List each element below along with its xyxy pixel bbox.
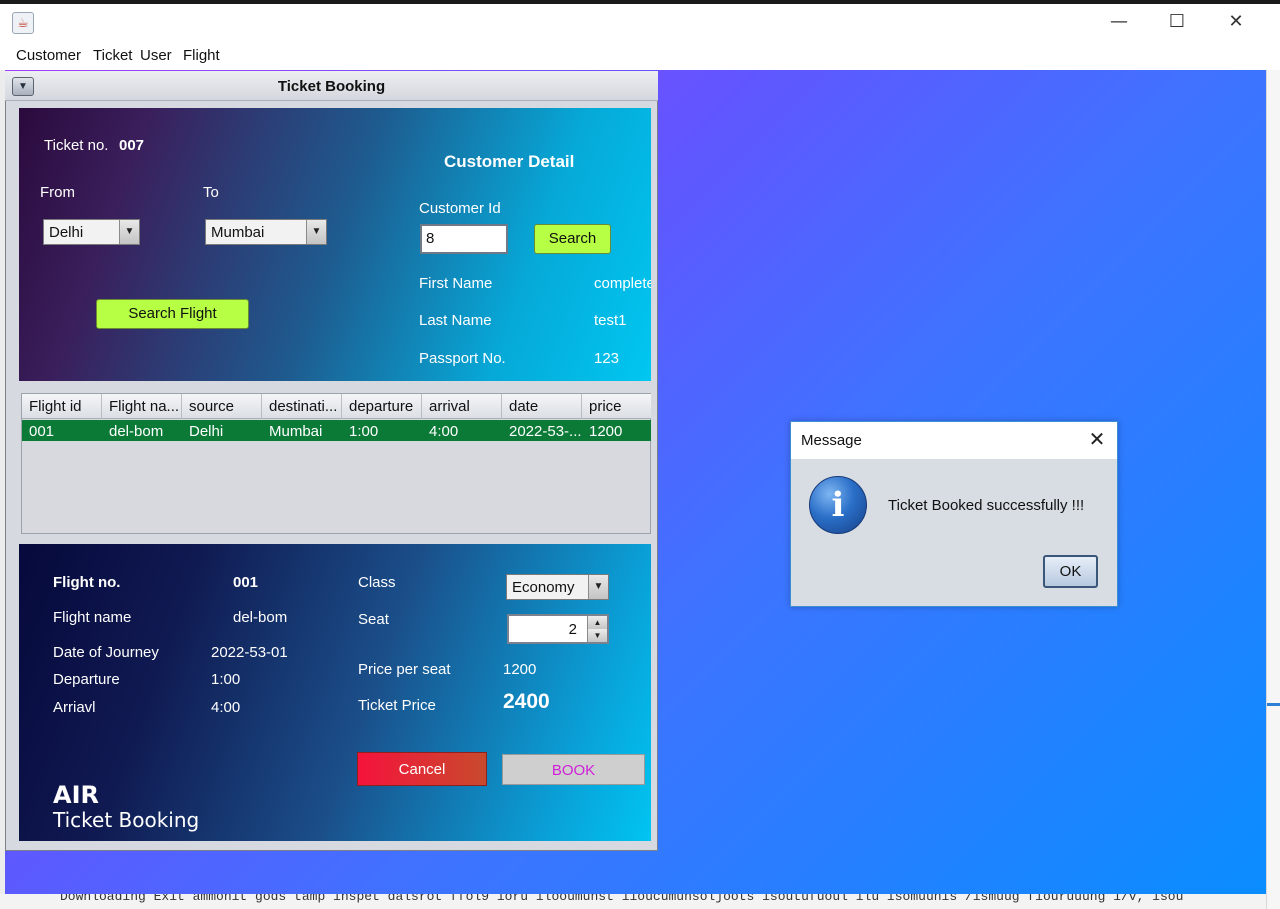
customer-id-input[interactable]: 8	[420, 224, 508, 254]
cell-flight-name: del-bom	[109, 423, 164, 440]
cell-arrival: 4:00	[429, 423, 459, 440]
brand-subtitle: Ticket Booking	[53, 808, 200, 832]
ok-button[interactable]: OK	[1043, 555, 1098, 588]
stepper-up-icon[interactable]: ▲	[587, 616, 607, 629]
last-name-value: test1	[594, 312, 627, 329]
background-divider	[1267, 703, 1280, 706]
passport-value: 123	[594, 350, 620, 367]
brand-title: AIR	[53, 781, 99, 809]
dialog-message: Ticket Booked successfully !!!	[888, 497, 1085, 514]
dialog-title: Message	[801, 432, 862, 449]
first-name-value: complete	[594, 275, 651, 292]
customer-detail-heading: Customer Detail	[444, 152, 575, 171]
minimize-button[interactable]: —	[1096, 8, 1142, 38]
flights-table-header: Flight id Flight na... source destinati.…	[22, 394, 651, 419]
date-of-journey-value: 2022-53-01	[211, 644, 288, 661]
cell-departure: 1:00	[349, 423, 379, 440]
from-select[interactable]: Delhi ▼	[43, 219, 140, 245]
ticket-no-value: 007	[119, 137, 145, 154]
price-per-seat-label: Price per seat	[358, 661, 451, 678]
search-flight-button[interactable]: Search Flight	[96, 299, 249, 329]
column-header-arrival[interactable]: arrival	[422, 394, 502, 419]
class-select[interactable]: Economy ▼	[506, 574, 609, 600]
maximize-button[interactable]: ☐	[1154, 8, 1200, 38]
cell-destination: Mumbai	[269, 423, 323, 440]
seat-stepper[interactable]: 2 ▲ ▼	[507, 614, 609, 644]
date-of-journey-label: Date of Journey	[53, 644, 159, 661]
close-window-button[interactable]: ✕	[1213, 8, 1259, 38]
book-button[interactable]: BOOK	[502, 754, 645, 785]
console-text: Downloading Exit ammonit gods tamp inspe…	[60, 894, 1184, 904]
menu-user[interactable]: User	[140, 47, 172, 64]
column-header-price[interactable]: price	[582, 394, 651, 419]
seat-value: 2	[568, 621, 577, 638]
last-name-label: Last Name	[419, 312, 492, 329]
flight-no-value: 001	[233, 574, 259, 591]
class-label: Class	[358, 574, 396, 591]
price-per-seat-value: 1200	[503, 661, 537, 678]
close-icon[interactable]: ✕	[1086, 428, 1108, 450]
ticket-no-label: Ticket no.	[44, 137, 109, 154]
arrival-value: 4:00	[211, 699, 241, 716]
column-header-date[interactable]: date	[502, 394, 582, 419]
departure-label: Departure	[53, 671, 120, 688]
menu-ticket[interactable]: Ticket	[93, 47, 132, 64]
background-app-edge	[1266, 70, 1280, 909]
seat-label: Seat	[358, 611, 389, 628]
cell-flight-id: 001	[29, 423, 55, 440]
flight-name-label: Flight name	[53, 609, 132, 626]
window-titlebar	[0, 4, 1266, 42]
to-select[interactable]: Mumbai ▼	[205, 219, 327, 245]
stepper-down-icon[interactable]: ▼	[587, 629, 607, 642]
to-label: To	[203, 184, 219, 201]
frame-title: Ticket Booking	[277, 78, 386, 95]
departure-value: 1:00	[211, 671, 241, 688]
column-header-source[interactable]: source	[182, 394, 262, 419]
info-icon: i	[809, 476, 867, 534]
column-header-flight-id[interactable]: Flight id	[22, 394, 102, 419]
arrival-label: Arriavl	[53, 699, 96, 716]
from-label: From	[40, 184, 75, 201]
flight-name-value: del-bom	[233, 609, 288, 626]
background-console: Downloading Exit ammonit gods tamp inspe…	[0, 894, 1266, 909]
cancel-button[interactable]: Cancel	[357, 752, 487, 786]
chevron-down-icon[interactable]: ▼	[306, 220, 326, 244]
menu-customer[interactable]: Customer	[16, 47, 81, 64]
column-header-departure[interactable]: departure	[342, 394, 422, 419]
menu-flight[interactable]: Flight	[183, 47, 220, 64]
first-name-label: First Name	[419, 275, 493, 292]
customer-id-label: Customer Id	[419, 200, 501, 217]
to-select-value: Mumbai	[211, 224, 265, 241]
table-row[interactable]: 001 del-bom Delhi Mumbai 1:00 4:00 2022-…	[22, 420, 651, 441]
chevron-down-icon[interactable]: ▼	[119, 220, 139, 244]
cell-source: Delhi	[189, 423, 224, 440]
column-header-flight-name[interactable]: Flight na...	[102, 394, 182, 419]
cell-price: 1200	[589, 423, 623, 440]
cell-date: 2022-53-...	[509, 423, 582, 440]
customer-search-button[interactable]: Search	[534, 224, 611, 254]
ticket-price-label: Ticket Price	[358, 697, 436, 714]
chevron-down-icon[interactable]: ▼	[588, 575, 608, 599]
class-select-value: Economy	[512, 579, 575, 596]
passport-label: Passport No.	[419, 350, 506, 367]
java-icon: ☕	[12, 12, 34, 34]
ticket-price-value: 2400	[503, 690, 550, 713]
from-select-value: Delhi	[49, 224, 84, 241]
column-header-destination[interactable]: destinati...	[262, 394, 342, 419]
flight-no-label: Flight no.	[53, 574, 121, 591]
